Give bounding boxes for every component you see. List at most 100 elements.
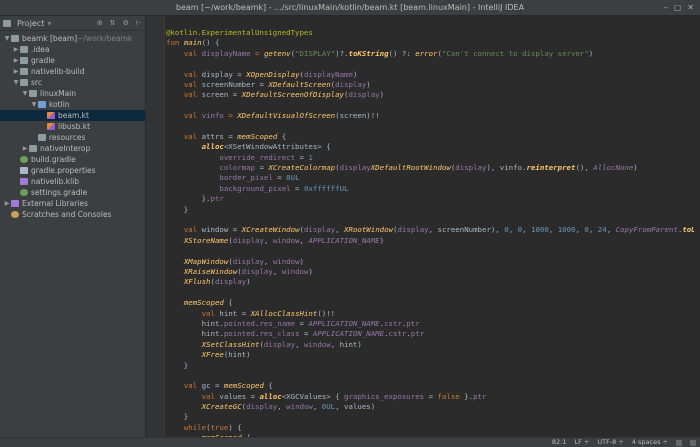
code-line[interactable]: val screen = XDefaultScreenOfDisplay(dis… bbox=[166, 90, 700, 100]
code-line[interactable]: XStoreName(display, window, APPLICATION_… bbox=[166, 236, 700, 246]
code-token: while bbox=[183, 422, 207, 432]
editor-scrollbar[interactable] bbox=[694, 16, 700, 437]
tree-item[interactable]: gradle.properties bbox=[0, 165, 145, 176]
window-controls: – ▢ ✕ bbox=[664, 3, 694, 13]
code-line[interactable]: @kotlin.ExperimentalUnsignedTypes bbox=[166, 28, 700, 38]
tree-item[interactable]: build.gradle bbox=[0, 154, 145, 165]
code-line[interactable]: fun main() { bbox=[166, 38, 700, 48]
code-line[interactable] bbox=[166, 122, 700, 132]
code-line[interactable]: val vinfo = XDefaultVisualOfScreen(scree… bbox=[166, 111, 700, 121]
collapsed-arrow-icon[interactable]: ▶ bbox=[12, 55, 20, 66]
expanded-arrow-icon[interactable]: ▼ bbox=[12, 77, 20, 88]
code-token: XCreateColormap bbox=[268, 163, 336, 173]
code-token: main bbox=[183, 38, 202, 48]
tree-item[interactable]: settings.gradle bbox=[0, 187, 145, 198]
project-icon bbox=[3, 19, 11, 27]
code-line[interactable]: val displayName = getenv("DISPLAY")?.toK… bbox=[166, 49, 700, 59]
code-token: = bbox=[223, 111, 238, 121]
code-area[interactable]: @kotlin.ExperimentalUnsignedTypes fun mai… bbox=[166, 28, 700, 437]
project-view-selector[interactable]: Project ▾ bbox=[3, 19, 97, 28]
code-line[interactable]: background_pixel = 0xffffffUL bbox=[166, 184, 700, 194]
code-line[interactable] bbox=[166, 371, 700, 381]
maximize-button[interactable]: ▢ bbox=[674, 3, 682, 13]
code-line[interactable]: val window = XCreateWindow(display, XRoo… bbox=[166, 225, 700, 235]
code-line[interactable]: override_redirect = 1 bbox=[166, 153, 700, 163]
code-line[interactable]: val screenNumber = XDefaultScreen(displa… bbox=[166, 80, 700, 90]
tree-item[interactable]: ▼ linuxMain bbox=[0, 88, 145, 99]
code-line[interactable]: border_pixel = 0UL bbox=[166, 173, 700, 183]
code-line[interactable]: XFlush(display) bbox=[166, 277, 700, 287]
event-log-icon[interactable] bbox=[690, 439, 696, 446]
tree-item[interactable]: ▼ beamk [beam] ~/work/beamk bbox=[0, 33, 145, 44]
code-token: screen = bbox=[201, 90, 242, 100]
code-line[interactable] bbox=[166, 288, 700, 298]
code-line[interactable]: XSetClassHint(display, window, hint) bbox=[166, 340, 700, 350]
code-token: memScoped bbox=[237, 131, 278, 141]
code-line[interactable]: hint.pointed.res_name = APPLICATION_NAME… bbox=[166, 319, 700, 329]
code-line[interactable]: XRaiseWindow(display, window) bbox=[166, 267, 700, 277]
indent-setting[interactable]: 4 spaces ÷ bbox=[632, 438, 668, 447]
target-icon[interactable]: ⊕ bbox=[97, 19, 103, 27]
close-button[interactable]: ✕ bbox=[687, 3, 694, 13]
tree-item[interactable]: ▶ External Libraries bbox=[0, 198, 145, 209]
code-line[interactable] bbox=[166, 101, 700, 111]
tree-item[interactable]: Scratches and Consoles bbox=[0, 209, 145, 220]
caret-position[interactable]: 82:1 bbox=[552, 438, 567, 447]
tree-item[interactable]: ▼ src bbox=[0, 77, 145, 88]
code-token: window bbox=[272, 256, 300, 266]
code-token: }. bbox=[459, 391, 474, 401]
file-encoding[interactable]: UTF-8 ÷ bbox=[597, 438, 623, 447]
code-line[interactable]: XMapWindow(display, window) bbox=[166, 257, 700, 267]
tree-item-label: nativelib-build bbox=[31, 67, 85, 76]
code-line[interactable] bbox=[166, 246, 700, 256]
code-line[interactable]: val gc = memScoped { bbox=[166, 381, 700, 391]
code-line[interactable] bbox=[166, 59, 700, 69]
code-line[interactable]: } bbox=[166, 361, 700, 371]
code-line[interactable]: val display = XOpenDisplay(displayName) bbox=[166, 70, 700, 80]
code-token: display bbox=[232, 235, 264, 245]
code-token: alloc bbox=[201, 142, 224, 152]
minimize-button[interactable]: – bbox=[664, 3, 668, 13]
code-line[interactable] bbox=[166, 215, 700, 225]
tree-item[interactable]: ▶ gradle bbox=[0, 55, 145, 66]
collapsed-arrow-icon[interactable]: ▶ bbox=[12, 66, 20, 77]
code-line[interactable]: val values = alloc<XGCValues> { graphics… bbox=[166, 392, 700, 402]
expanded-arrow-icon[interactable]: ▼ bbox=[30, 99, 38, 110]
code-line[interactable]: alloc<XSetWindowAttributes> { bbox=[166, 142, 700, 152]
tree-item[interactable]: nativelib.klib bbox=[0, 176, 145, 187]
code-line[interactable]: val attrs = memScoped { bbox=[166, 132, 700, 142]
lock-icon[interactable] bbox=[676, 439, 682, 446]
tree-item[interactable]: resources bbox=[0, 132, 145, 143]
tree-item[interactable]: ▶ nativeInterop bbox=[0, 143, 145, 154]
code-line[interactable]: } bbox=[166, 205, 700, 215]
code-line[interactable]: } bbox=[166, 412, 700, 422]
code-line[interactable]: hint.pointed.res_class = APPLICATION_NAM… bbox=[166, 329, 700, 339]
code-line[interactable]: val hint = XAllocClassHint()!! bbox=[166, 309, 700, 319]
tree-item[interactable]: ▼ kotlin bbox=[0, 99, 145, 110]
tree-item[interactable]: ▶ nativelib-build bbox=[0, 66, 145, 77]
code-token: val bbox=[183, 90, 202, 100]
code-line[interactable]: XCreateGC(display, window, 0UL, values) bbox=[166, 402, 700, 412]
code-line[interactable]: while(true) { bbox=[166, 423, 700, 433]
code-editor[interactable]: @kotlin.ExperimentalUnsignedTypes fun mai… bbox=[146, 16, 700, 437]
expanded-arrow-icon[interactable]: ▼ bbox=[21, 88, 29, 99]
editor-gutter[interactable] bbox=[146, 16, 165, 437]
tree-item[interactable]: libusb.kt bbox=[0, 121, 145, 132]
collapse-icon[interactable]: ⇅ bbox=[110, 19, 116, 27]
code-token: val bbox=[201, 391, 220, 401]
code-line[interactable]: colormap = XCreateColormap(displayXDefau… bbox=[166, 163, 700, 173]
gear-icon[interactable]: ⚙ bbox=[123, 19, 129, 27]
tree-item[interactable]: beam.kt bbox=[0, 110, 145, 121]
code-token: ) bbox=[588, 48, 594, 58]
line-separator[interactable]: LF ÷ bbox=[574, 438, 589, 447]
code-line[interactable]: XFree(hint) bbox=[166, 350, 700, 360]
code-token: val bbox=[183, 48, 202, 58]
code-line[interactable]: memScoped { bbox=[166, 298, 700, 308]
collapsed-arrow-icon[interactable]: ▶ bbox=[12, 44, 20, 55]
expanded-arrow-icon[interactable]: ▼ bbox=[3, 33, 11, 44]
code-line[interactable]: }.ptr bbox=[166, 194, 700, 204]
collapsed-arrow-icon[interactable]: ▶ bbox=[3, 198, 11, 209]
hide-icon[interactable]: ⊢ bbox=[136, 19, 142, 27]
collapsed-arrow-icon[interactable]: ▶ bbox=[21, 143, 29, 154]
tree-item[interactable]: ▶ .idea bbox=[0, 44, 145, 55]
